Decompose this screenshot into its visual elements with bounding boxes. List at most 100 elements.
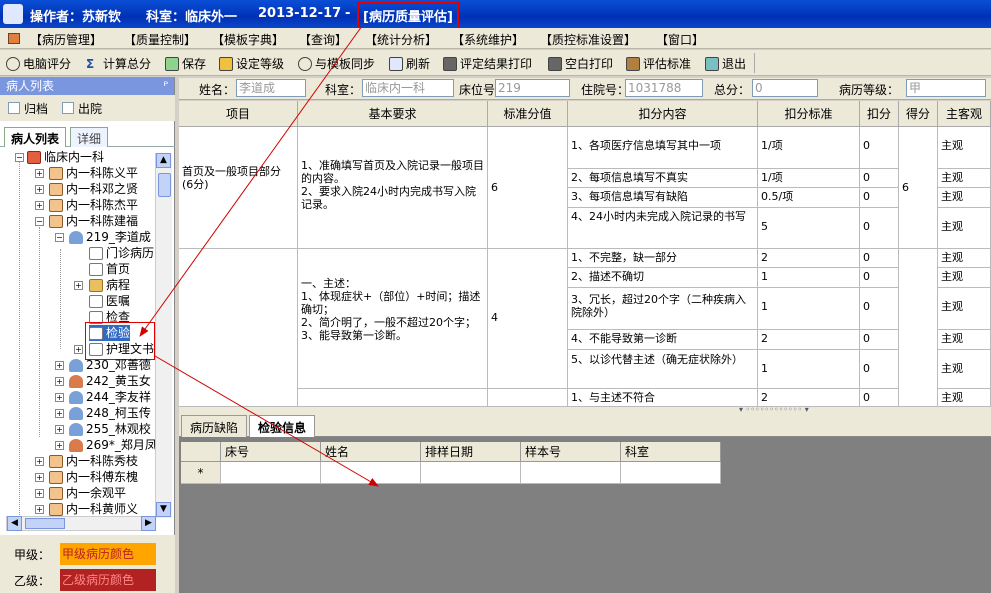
cell-deduction[interactable]: 0 [860, 208, 899, 249]
tree-record-node[interactable]: 门诊病历 [89, 245, 154, 261]
scroll-thumb[interactable] [25, 518, 65, 529]
expand-icon[interactable]: + [35, 201, 44, 210]
cell-deduction-standard[interactable]: 1 [758, 268, 860, 288]
col-header-deduction-content[interactable]: 扣分内容 [568, 101, 758, 127]
legend-swatch-a[interactable]: 甲级病历颜色 [60, 543, 157, 565]
cell-deduction-standard[interactable]: 2 [758, 249, 860, 268]
new-row-cell[interactable] [521, 462, 621, 484]
col-header-requirement[interactable]: 基本要求 [298, 101, 488, 127]
col-header-type[interactable]: 主客观 [938, 101, 991, 127]
cell-deduction[interactable]: 0 [860, 288, 899, 330]
cell-requirement-next[interactable] [298, 389, 488, 407]
cell-deduction[interactable]: 0 [860, 350, 899, 389]
set-grade-button[interactable]: 设定等级 [219, 55, 284, 72]
scroll-down-icon[interactable]: ▼ [156, 502, 171, 517]
cell-item[interactable]: 首页及一般项目部分 (6分) [179, 127, 298, 249]
col-header-sample-date[interactable]: 排样日期 [421, 442, 521, 462]
cell-type[interactable]: 主观 [938, 288, 991, 330]
collapse-icon[interactable]: − [15, 153, 24, 162]
expand-icon[interactable]: + [55, 393, 64, 402]
col-header-score[interactable]: 得分 [899, 101, 938, 127]
total-field[interactable]: 0 [752, 79, 818, 97]
cell-deduction-content[interactable]: 1、与主述不符合 [568, 389, 758, 407]
dept-field[interactable]: 临床内一科 [362, 79, 454, 97]
calc-total-button[interactable]: Σ 计算总分 [86, 55, 151, 72]
tree-doctor-node[interactable]: 内一科邓之贤 [49, 181, 138, 197]
cell-standard[interactable]: 4 [488, 249, 568, 389]
cell-deduction-standard[interactable]: 1/项 [758, 169, 860, 188]
cell-deduction[interactable]: 0 [860, 127, 899, 169]
cell-deduction-standard[interactable]: 0.5/项 [758, 188, 860, 208]
name-field[interactable]: 李道成 [236, 79, 306, 97]
cell-deduction[interactable]: 0 [860, 249, 899, 268]
expand-icon[interactable]: + [35, 473, 44, 482]
grade-field[interactable]: 甲 [906, 79, 986, 97]
col-header-bed[interactable]: 床号 [221, 442, 321, 462]
scroll-thumb[interactable] [158, 173, 171, 197]
expand-icon[interactable]: + [55, 361, 64, 370]
cell-type[interactable]: 主观 [938, 188, 991, 208]
menu-template-dictionary[interactable]: 【模板字典】 [212, 31, 284, 48]
cell-standard[interactable]: 6 [488, 127, 568, 249]
tree-patient-node[interactable]: 242_黄玉女 [69, 373, 151, 389]
sync-template-button[interactable]: 与模板同步 [298, 55, 375, 72]
pin-icon[interactable]: ᴾ [163, 77, 168, 95]
new-row-cell[interactable] [221, 462, 321, 484]
cell-deduction-content[interactable]: 3、冗长，超过20个字（二种疾病入院除外） [568, 288, 758, 330]
menu-qc-standard-settings[interactable]: 【质控标准设置】 [540, 31, 636, 48]
menu-statistics[interactable]: 【统计分析】 [365, 31, 437, 48]
cell-standard-next[interactable] [488, 389, 568, 407]
cell-deduction-standard[interactable]: 1/项 [758, 127, 860, 169]
expand-icon[interactable]: + [35, 169, 44, 178]
collapse-icon[interactable]: − [55, 233, 64, 242]
menu-window[interactable]: 【窗口】 [656, 31, 704, 48]
tree-vertical-scrollbar[interactable]: ▲ ▼ [155, 153, 172, 518]
cell-type[interactable]: 主观 [938, 389, 991, 407]
expand-icon[interactable]: + [55, 441, 64, 450]
cell-deduction-content[interactable]: 2、描述不确切 [568, 268, 758, 288]
col-header-sample-no[interactable]: 样本号 [521, 442, 621, 462]
cell-deduction[interactable]: 0 [860, 169, 899, 188]
tree-patient-node[interactable]: 230_邓善德 [69, 357, 151, 373]
cell-requirement[interactable]: 一、主述： 1、体现症状+（部位）+时间；描述确切； 2、简介明了，一般不超过2… [298, 249, 488, 389]
computer-score-button[interactable]: 电脑评分 [6, 55, 71, 72]
tree-doctor-node[interactable]: 内一科陈杰平 [49, 197, 138, 213]
print-result-button[interactable]: 评定结果打印 [443, 55, 532, 72]
tab-lab-info[interactable]: 检验信息 [249, 415, 316, 437]
col-header-dept[interactable]: 科室 [621, 442, 721, 462]
col-header-deduction-standard[interactable]: 扣分标准 [758, 101, 860, 127]
cell-type[interactable]: 主观 [938, 249, 991, 268]
tree-patient-node[interactable]: 255_林观校 [69, 421, 151, 437]
tree-doctor-node[interactable]: 内一科陈义平 [49, 165, 138, 181]
cell-deduction-content[interactable]: 5、以诊代替主述（确无症状除外） [568, 350, 758, 389]
cell-deduction-content[interactable]: 2、每项信息填写不真实 [568, 169, 758, 188]
cell-deduction[interactable]: 0 [860, 268, 899, 288]
expand-icon[interactable]: + [35, 185, 44, 194]
cell-deduction-content[interactable]: 4、24小时内未完成入院记录的书写 [568, 208, 758, 249]
menu-system-maintenance[interactable]: 【系统维护】 [452, 31, 524, 48]
tree-patient-node[interactable]: 244_李友祥 [69, 389, 151, 405]
cell-score[interactable] [899, 249, 938, 407]
legend-swatch-b[interactable]: 乙级病历颜色 [60, 569, 157, 591]
blank-print-button[interactable]: 空白打印 [548, 55, 613, 72]
tree-patient-node[interactable]: 248_柯玉传 [69, 405, 151, 421]
expand-icon[interactable]: + [74, 345, 83, 354]
tree-record-node[interactable]: 医嘱 [89, 293, 130, 309]
cell-deduction-content[interactable]: 1、各项医疗信息填写其中一项 [568, 127, 758, 169]
exit-button[interactable]: 退出 [705, 55, 746, 72]
tree-doctor-node[interactable]: 内一科黄师义 [49, 501, 138, 517]
save-button[interactable]: 保存 [165, 55, 206, 72]
scroll-up-icon[interactable]: ▲ [156, 153, 171, 168]
tree-dept-node[interactable]: 临床内一科 [27, 149, 104, 165]
cell-deduction[interactable]: 0 [860, 389, 899, 407]
scroll-left-icon[interactable]: ◀ [7, 516, 22, 531]
tree-doctor-node[interactable]: 内一科陈建福 [49, 213, 138, 229]
expand-icon[interactable]: + [35, 505, 44, 514]
col-header-deduction[interactable]: 扣分 [860, 101, 899, 127]
tree-doctor-node[interactable]: 内一科陈秀枝 [49, 453, 138, 469]
tree-doctor-node[interactable]: 内一余观平 [49, 485, 126, 501]
col-header-item[interactable]: 项目 [179, 101, 298, 127]
new-row-cell[interactable] [621, 462, 721, 484]
cell-type[interactable]: 主观 [938, 169, 991, 188]
col-header-name[interactable]: 姓名 [321, 442, 421, 462]
